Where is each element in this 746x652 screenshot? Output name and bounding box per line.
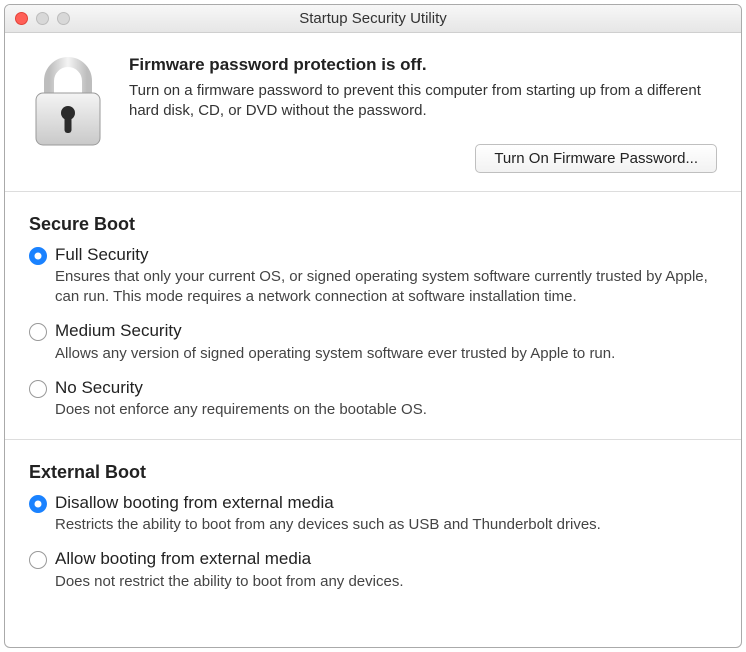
firmware-text: Firmware password protection is off. Tur… — [129, 55, 717, 173]
option-desc: Does not enforce any requirements on the… — [55, 400, 717, 420]
radio-icon[interactable] — [29, 495, 47, 513]
window-title: Startup Security Utility — [299, 10, 447, 27]
radio-icon[interactable] — [29, 551, 47, 569]
secure-boot-option-none[interactable]: No Security Does not enforce any require… — [29, 378, 717, 421]
turn-on-firmware-password-button[interactable]: Turn On Firmware Password... — [475, 144, 717, 173]
option-desc: Does not restrict the ability to boot fr… — [55, 572, 717, 592]
external-boot-section: External Boot Disallow booting from exte… — [5, 439, 741, 610]
secure-boot-section: Secure Boot Full Security Ensures that o… — [5, 192, 741, 439]
minimize-icon — [36, 12, 49, 25]
window: Startup Security Utility — [4, 4, 742, 648]
option-label: Allow booting from external media — [55, 549, 717, 569]
radio-icon[interactable] — [29, 380, 47, 398]
option-desc: Restricts the ability to boot from any d… — [55, 515, 717, 535]
secure-boot-option-full[interactable]: Full Security Ensures that only your cur… — [29, 245, 717, 308]
option-label: No Security — [55, 378, 717, 398]
secure-boot-title: Secure Boot — [29, 214, 717, 235]
lock-icon — [29, 55, 107, 173]
option-label: Medium Security — [55, 321, 717, 341]
radio-icon[interactable] — [29, 323, 47, 341]
firmware-description: Turn on a firmware password to prevent t… — [129, 81, 717, 122]
option-desc: Ensures that only your current OS, or si… — [55, 267, 717, 308]
traffic-lights — [15, 12, 70, 25]
external-boot-option-allow[interactable]: Allow booting from external media Does n… — [29, 549, 717, 592]
zoom-icon — [57, 12, 70, 25]
radio-icon[interactable] — [29, 247, 47, 265]
firmware-heading: Firmware password protection is off. — [129, 55, 717, 75]
titlebar: Startup Security Utility — [5, 5, 741, 33]
option-desc: Allows any version of signed operating s… — [55, 344, 717, 364]
option-label: Full Security — [55, 245, 717, 265]
option-label: Disallow booting from external media — [55, 493, 717, 513]
secure-boot-option-medium[interactable]: Medium Security Allows any version of si… — [29, 321, 717, 364]
external-boot-title: External Boot — [29, 462, 717, 483]
external-boot-option-disallow[interactable]: Disallow booting from external media Res… — [29, 493, 717, 536]
firmware-password-section: Firmware password protection is off. Tur… — [5, 33, 741, 192]
close-icon[interactable] — [15, 12, 28, 25]
